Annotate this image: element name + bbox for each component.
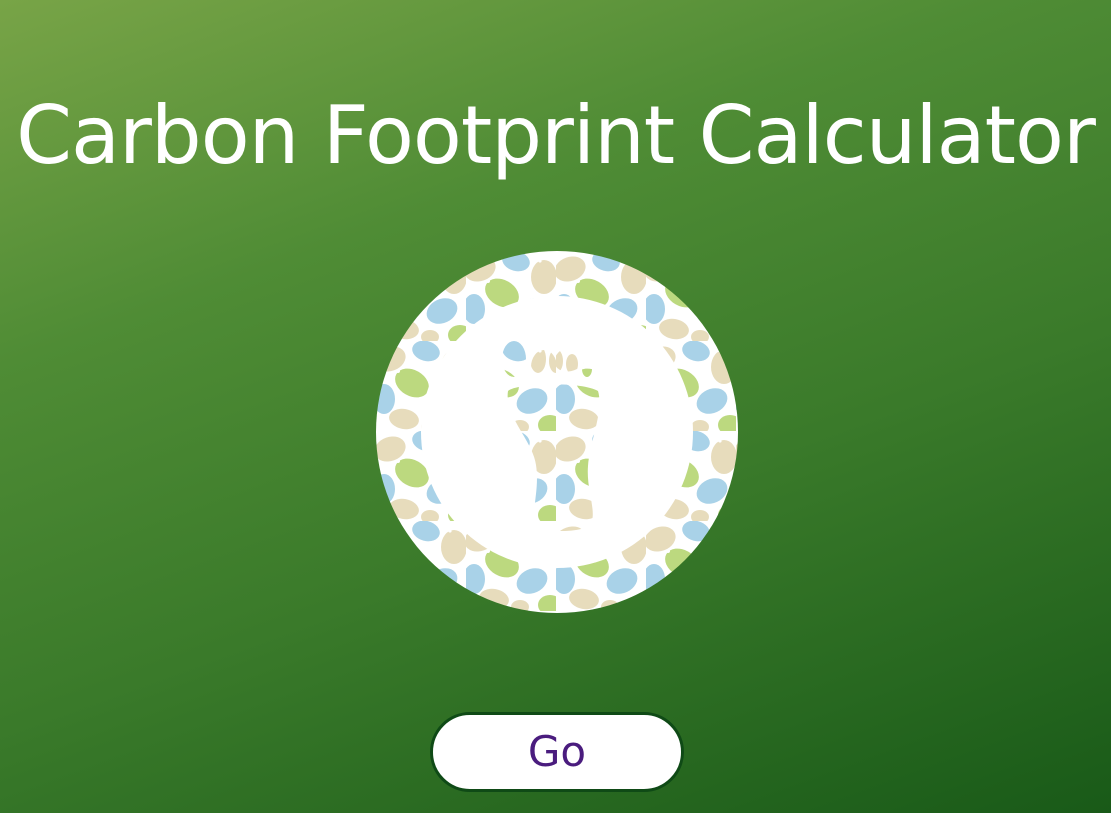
footprint-logo — [376, 251, 738, 613]
page-title: Carbon Footprint Calculator — [16, 89, 1096, 182]
go-button[interactable]: Go — [430, 712, 684, 792]
footprint-icon — [376, 251, 738, 613]
